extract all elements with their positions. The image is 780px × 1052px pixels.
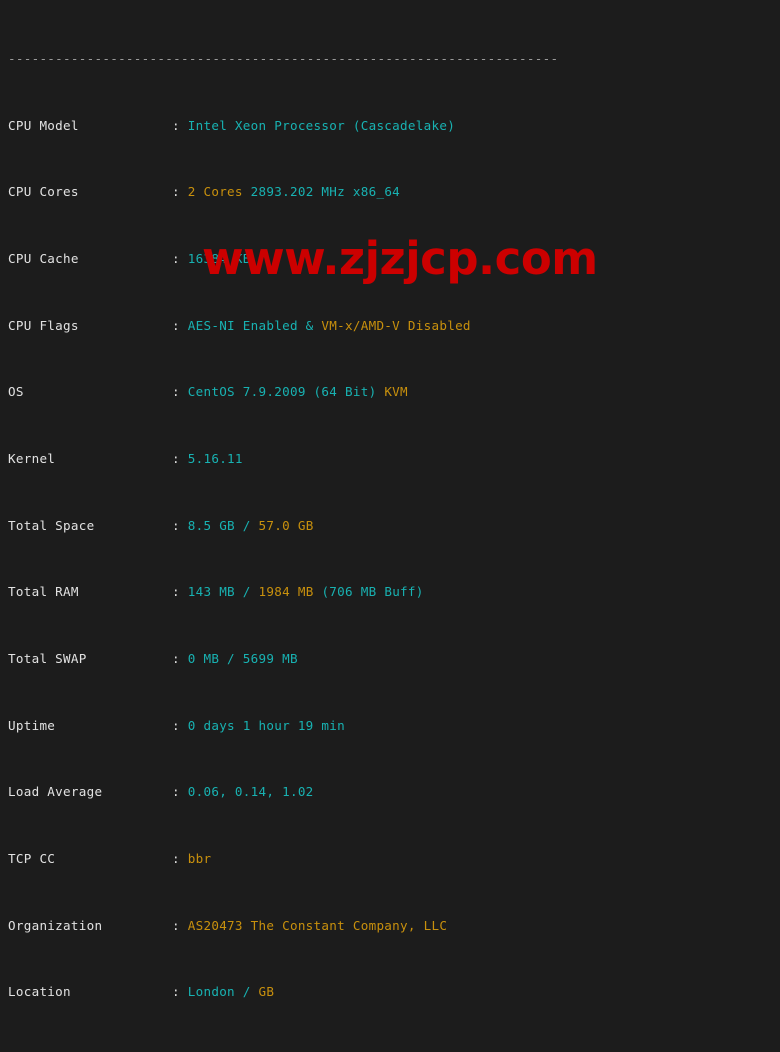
value-location-country: GB	[258, 984, 275, 1000]
value-cpu-cache: 16384 KB	[187, 251, 251, 267]
label-cpu-cores: CPU Cores	[8, 184, 79, 200]
value-ram-buff: (706 MB Buff)	[313, 584, 424, 600]
colon-icon: :	[172, 517, 180, 533]
row-location: Location: London / GB	[8, 984, 780, 1001]
row-load-average: Load Average: 0.06, 0.14, 1.02	[8, 784, 780, 801]
value-ram-used: 143 MB	[187, 584, 235, 600]
terminal-output: ----------------------------------------…	[0, 0, 780, 1052]
label-cpu-model: CPU Model	[8, 117, 79, 133]
colon-icon: :	[172, 451, 180, 467]
row-tcp-cc: TCP CC: bbr	[8, 851, 780, 868]
value-location-city: London	[187, 984, 235, 1000]
colon-icon: :	[172, 851, 180, 867]
value-region: England	[188, 1051, 243, 1052]
value-cpu-flags-vmx: VM-x/AMD-V Disabled	[313, 317, 471, 333]
row-total-space: Total Space: 8.5 GB / 57.0 GB	[8, 518, 780, 535]
row-kernel: Kernel: 5.16.11	[8, 451, 780, 468]
colon-icon: :	[172, 584, 180, 600]
row-region: Region: England	[8, 1051, 780, 1052]
row-cpu-cache: CPU Cache: 16384 KB	[8, 251, 780, 268]
value-os-name: CentOS 7.9.2009 (64 Bit)	[187, 384, 377, 400]
colon-icon: :	[172, 384, 180, 400]
value-organization: AS20473 The Constant Company, LLC	[187, 917, 448, 933]
label-total-swap: Total SWAP	[8, 651, 87, 667]
colon-icon: :	[172, 984, 180, 1000]
label-os: OS	[8, 384, 24, 400]
row-total-ram: Total RAM: 143 MB / 1984 MB (706 MB Buff…	[8, 584, 780, 601]
value-cpu-cores-freq: 2893.202 MHz x86_64	[242, 184, 401, 200]
value-cpu-cores-count: 2 Cores	[187, 184, 243, 200]
label-cpu-cache: CPU Cache	[8, 251, 79, 267]
terminal-window: ----------------------------------------…	[0, 0, 780, 1052]
label-cpu-flags: CPU Flags	[8, 317, 79, 333]
label-organization: Organization	[8, 917, 103, 933]
row-cpu-model: CPU Model: Intel Xeon Processor (Cascade…	[8, 118, 780, 135]
value-uptime: 0 days 1 hour 19 min	[187, 717, 345, 733]
value-tcp-cc: bbr	[187, 851, 212, 867]
label-kernel: Kernel	[8, 451, 56, 467]
label-tcp-cc: TCP CC	[8, 851, 56, 867]
value-cpu-flags-aes: AES-NI Enabled &	[187, 317, 314, 333]
row-os: OS: CentOS 7.9.2009 (64 Bit) KVM	[8, 384, 780, 401]
colon-icon: :	[172, 651, 180, 667]
label-load-average: Load Average	[8, 784, 103, 800]
value-os-virt: KVM	[376, 384, 408, 400]
value-space-used: 8.5 GB	[187, 517, 235, 533]
colon-icon: :	[172, 184, 180, 200]
value-location-divider: /	[234, 984, 259, 1000]
label-region: Region	[8, 1051, 172, 1052]
colon-icon: :	[172, 117, 180, 133]
colon-icon: :	[172, 251, 180, 267]
separator-top: ----------------------------------------…	[8, 51, 559, 67]
value-total-swap: 0 MB / 5699 MB	[187, 651, 298, 667]
value-ram-divider: /	[234, 584, 259, 600]
label-total-space: Total Space	[8, 517, 95, 533]
colon-icon: :	[172, 1051, 180, 1052]
label-uptime: Uptime	[8, 717, 56, 733]
value-cpu-model: Intel Xeon Processor (Cascadelake)	[187, 117, 456, 133]
value-kernel: 5.16.11	[187, 451, 243, 467]
colon-icon: :	[172, 717, 180, 733]
colon-icon: :	[172, 317, 180, 333]
label-total-ram: Total RAM	[8, 584, 79, 600]
row-organization: Organization: AS20473 The Constant Compa…	[8, 918, 780, 935]
value-ram-total: 1984 MB	[258, 584, 314, 600]
row-uptime: Uptime: 0 days 1 hour 19 min	[8, 718, 780, 735]
row-cpu-flags: CPU Flags: AES-NI Enabled & VM-x/AMD-V D…	[8, 318, 780, 335]
value-space-total: 57.0 GB	[258, 517, 314, 533]
value-space-divider: /	[234, 517, 259, 533]
label-location: Location	[8, 984, 71, 1000]
row-cpu-cores: CPU Cores: 2 Cores 2893.202 MHz x86_64	[8, 184, 780, 201]
row-total-swap: Total SWAP: 0 MB / 5699 MB	[8, 651, 780, 668]
colon-icon: :	[172, 917, 180, 933]
value-load-average: 0.06, 0.14, 1.02	[187, 784, 314, 800]
colon-icon: :	[172, 784, 180, 800]
